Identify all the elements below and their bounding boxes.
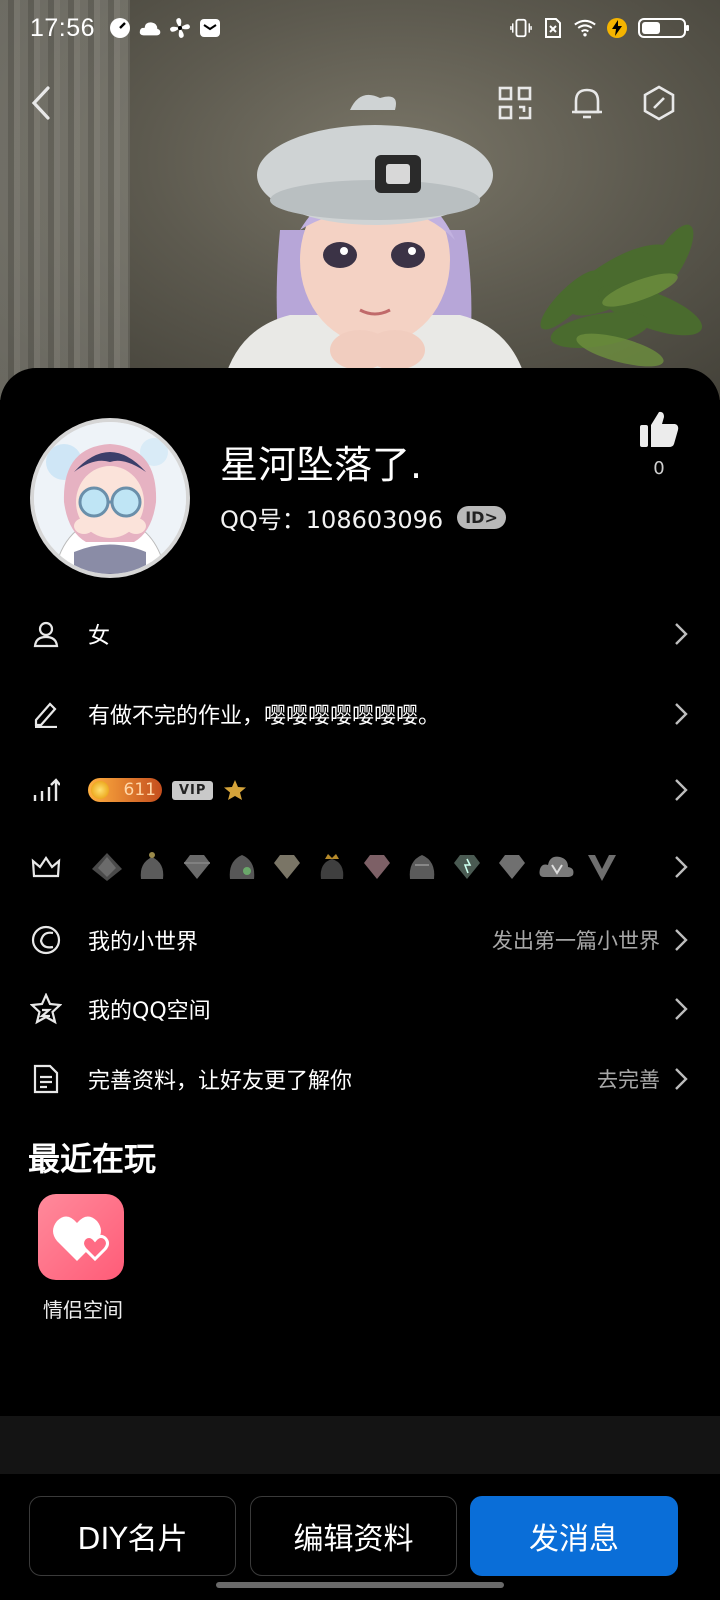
avatar-image <box>34 422 186 574</box>
mail-icon <box>199 17 221 39</box>
thumbs-up-icon <box>640 411 679 447</box>
couple-space-heart-icon <box>38 1194 124 1280</box>
badge-icon <box>493 851 531 883</box>
app-couple-space[interactable]: 情侣空间 <box>38 1194 128 1323</box>
back-icon[interactable] <box>18 80 64 126</box>
charging-icon <box>606 17 628 39</box>
send-message-button[interactable]: 发消息 <box>470 1496 678 1576</box>
chevron-right-icon <box>672 854 690 880</box>
profile-info-list: 女 有做不完的作业，嘤嘤嘤嘤嘤嘤嘤。 611 VIP 我的小世界 发出第一篇小世… <box>0 596 720 1114</box>
chevron-right-icon <box>672 621 690 647</box>
cloud-icon <box>139 17 161 39</box>
badge-icon <box>448 851 486 883</box>
qq-number-line[interactable]: QQ号：108603096 ID> <box>220 500 506 535</box>
id-badge[interactable]: ID> <box>457 506 506 529</box>
pencil-icon <box>30 698 62 730</box>
level-number: 611 <box>123 780 156 800</box>
qr-code-icon[interactable] <box>492 80 538 126</box>
gender-row[interactable]: 女 <box>0 596 720 672</box>
qq-number: QQ号：108603096 <box>220 506 444 534</box>
badges-row[interactable] <box>0 828 720 906</box>
badge-icon <box>178 851 216 883</box>
level-chart-icon <box>30 774 62 806</box>
fan-icon <box>169 17 191 39</box>
recent-section-title: 最近在玩 <box>28 1140 157 1178</box>
battery-icon <box>638 17 690 39</box>
crown-icon <box>30 851 62 883</box>
edit-profile-button[interactable]: 编辑资料 <box>250 1496 457 1576</box>
badge-icon <box>403 851 441 883</box>
document-icon <box>30 1063 62 1095</box>
badge-icon <box>88 851 126 883</box>
star-level-icon <box>224 780 247 800</box>
chevron-right-icon <box>672 1066 690 1092</box>
badge-icon <box>583 851 621 883</box>
badge-icon <box>133 851 171 883</box>
chevron-right-icon <box>672 996 690 1022</box>
status-bar: 17:56 <box>0 0 720 56</box>
avatar[interactable] <box>30 418 190 578</box>
badge-icon <box>538 851 576 883</box>
complete-profile-text: 完善资料，让好友更了解你 <box>88 1069 353 1094</box>
wifi-icon <box>574 17 596 39</box>
qzone-row[interactable]: 我的QQ空间 <box>0 974 720 1044</box>
home-indicator[interactable] <box>216 1582 504 1588</box>
small-world-text: 我的小世界 <box>88 930 199 955</box>
badge-icon <box>223 851 261 883</box>
bell-icon[interactable] <box>564 80 610 126</box>
small-world-hint: 发出第一篇小世界 <box>492 929 660 953</box>
speed-icon <box>109 17 131 39</box>
signature-text: 有做不完的作业，嘤嘤嘤嘤嘤嘤嘤。 <box>88 704 441 729</box>
vip-badge: VIP <box>172 780 214 800</box>
level-row[interactable]: 611 VIP <box>0 752 720 828</box>
nickname: 星河坠落了. <box>220 443 423 487</box>
bottom-action-bar: DIY名片 编辑资料 发消息 <box>0 1474 720 1600</box>
badge-icon <box>268 851 306 883</box>
profile-cover <box>0 0 720 400</box>
complete-profile-hint: 去完善 <box>597 1068 660 1092</box>
level-pill: 611 <box>88 778 162 802</box>
badge-list <box>88 851 621 883</box>
no-sim-icon <box>542 17 564 39</box>
chevron-right-icon <box>672 777 690 803</box>
3d-avatar-figure <box>220 94 530 400</box>
gender-text: 女 <box>88 624 111 649</box>
signature-row[interactable]: 有做不完的作业，嘤嘤嘤嘤嘤嘤嘤。 <box>0 676 720 752</box>
bottom-divider <box>0 1416 720 1474</box>
star-badge-icon <box>30 993 62 1025</box>
small-world-row[interactable]: 我的小世界 发出第一篇小世界 <box>0 906 720 974</box>
like-button[interactable]: 0 <box>634 410 684 479</box>
chevron-right-icon <box>672 701 690 727</box>
status-time: 17:56 <box>30 13 96 42</box>
complete-profile-row[interactable]: 完善资料，让好友更了解你 去完善 <box>0 1044 720 1114</box>
top-navigation <box>0 80 720 126</box>
chevron-right-icon <box>672 927 690 953</box>
diy-card-button[interactable]: DIY名片 <box>29 1496 236 1576</box>
like-count: 0 <box>653 458 665 479</box>
settings-hex-icon[interactable] <box>636 80 682 126</box>
app-label: 情侣空间 <box>43 1298 123 1322</box>
cover-curtain <box>0 0 130 400</box>
badge-icon <box>313 851 351 883</box>
vibrate-icon <box>510 17 532 39</box>
person-icon <box>30 618 62 650</box>
qzone-text: 我的QQ空间 <box>88 999 211 1024</box>
badge-icon <box>358 851 396 883</box>
world-icon <box>30 924 62 956</box>
